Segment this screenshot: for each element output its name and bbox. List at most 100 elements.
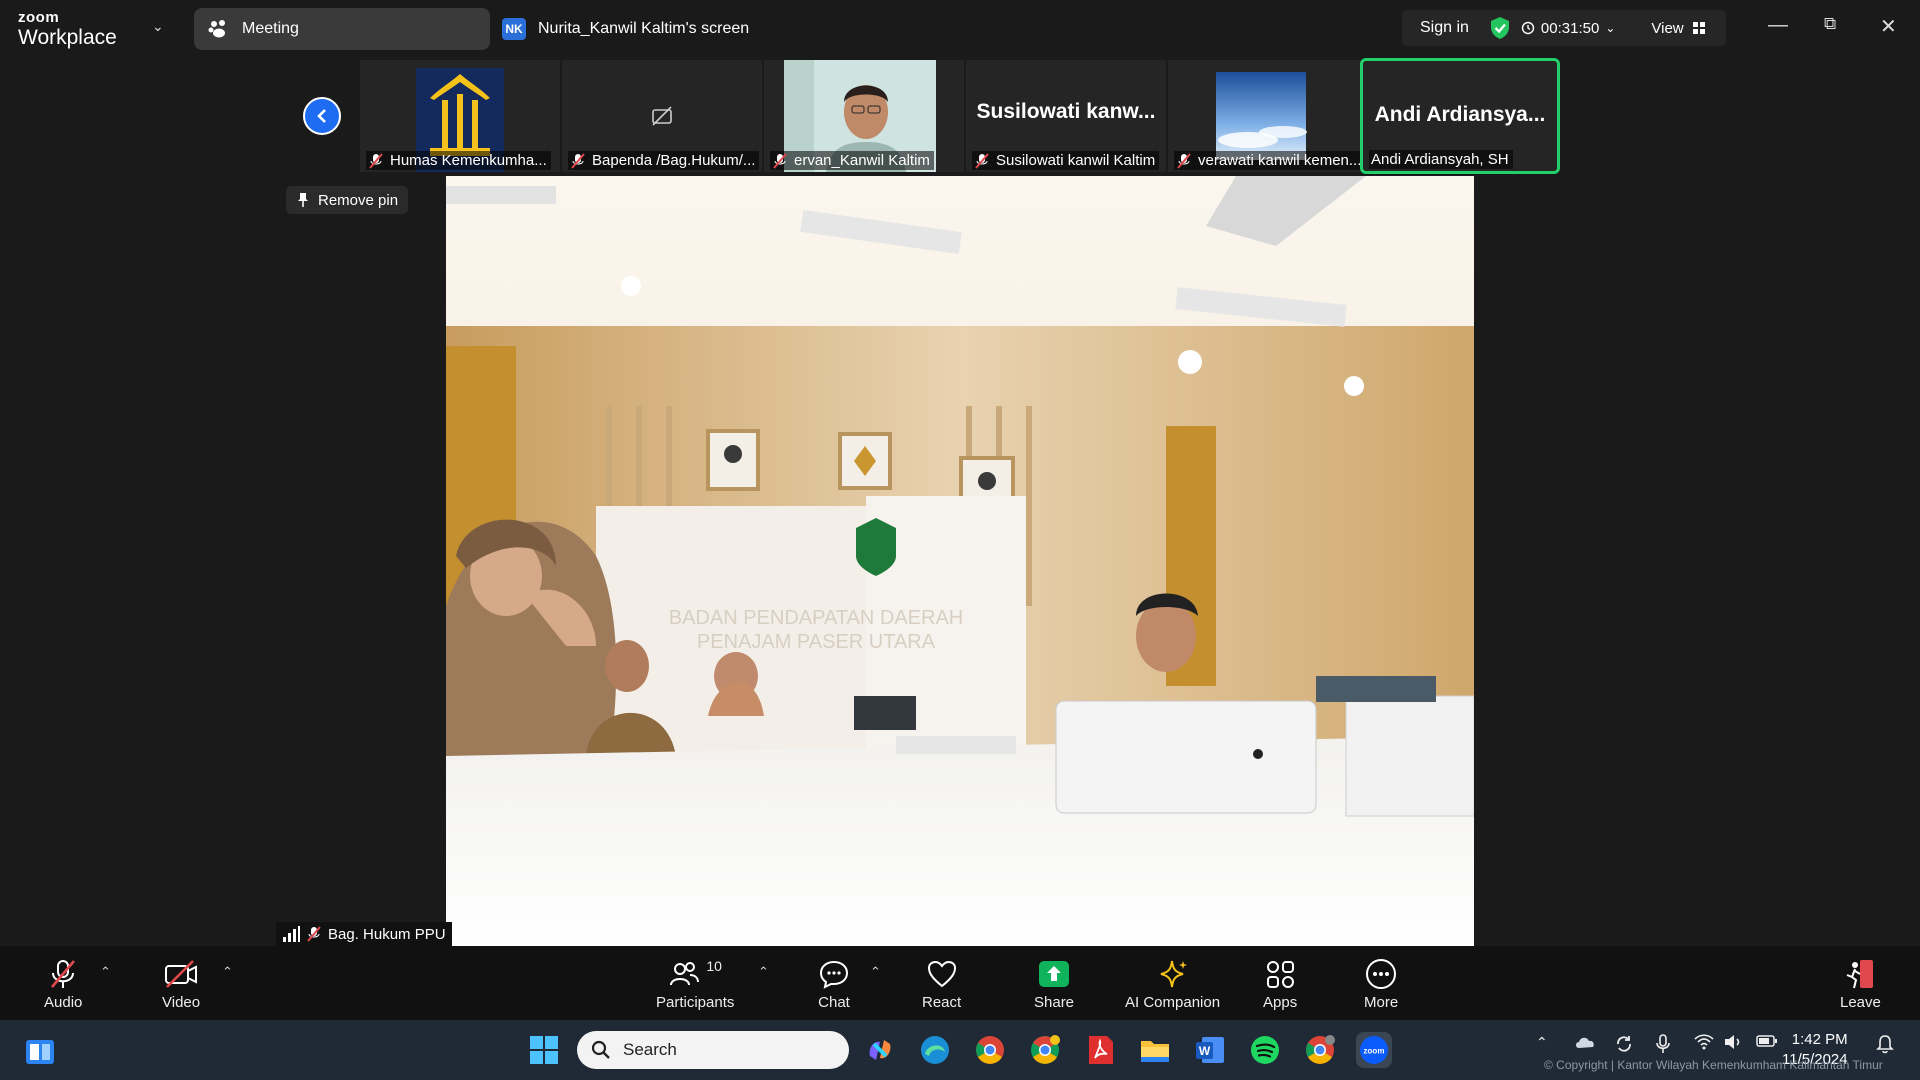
ai-companion-button[interactable]: AI Companion xyxy=(1125,958,1220,1011)
volume-icon[interactable] xyxy=(1724,1034,1744,1053)
pdf-reader-icon[interactable] xyxy=(1082,1032,1118,1068)
participant-name: Susilowati kanwil Kaltim xyxy=(972,151,1160,170)
participant-tile[interactable]: Humas Kemenkumha... xyxy=(360,60,560,172)
copilot-icon[interactable] xyxy=(862,1032,898,1068)
participant-display-name: Andi Ardiansya... xyxy=(1374,103,1546,126)
tab-shared-screen-label: Nurita_Kanwil Kaltim's screen xyxy=(538,20,750,37)
chevron-left-icon xyxy=(317,109,326,123)
participant-name-text: ervan_Kanwil Kaltim xyxy=(794,152,930,169)
battery-icon[interactable] xyxy=(1756,1034,1778,1051)
microphone-tray-icon[interactable] xyxy=(1656,1034,1670,1057)
participants-count: 10 xyxy=(706,958,722,974)
video-options-caret[interactable]: ⌃ xyxy=(222,964,233,980)
spotify-icon[interactable] xyxy=(1247,1032,1283,1068)
pinned-video-name: Bag. Hukum PPU xyxy=(328,925,446,943)
participant-name: ervan_Kanwil Kaltim xyxy=(770,151,934,170)
participant-name: Andi Ardiansyah, SH xyxy=(1369,150,1513,169)
participants-label: Participants xyxy=(656,994,735,1011)
mic-muted-icon xyxy=(307,926,321,942)
camera-off-icon xyxy=(165,960,198,988)
participants-options-caret[interactable]: ⌃ xyxy=(758,964,769,980)
participant-name-text: Andi Ardiansyah, SH xyxy=(1371,151,1509,168)
share-label: Share xyxy=(1034,994,1075,1011)
leave-door-icon xyxy=(1847,960,1874,989)
apps-label: Apps xyxy=(1263,994,1298,1011)
tab-shared-screen[interactable]: NK Nurita_Kanwil Kaltim's screen xyxy=(502,8,749,50)
show-hidden-icons-icon[interactable]: ⌃ xyxy=(1536,1034,1548,1051)
mic-muted-icon xyxy=(975,152,989,169)
heart-icon xyxy=(927,960,956,988)
share-screen-icon xyxy=(1039,961,1070,987)
participant-name-text: Susilowati kanwil Kaltim xyxy=(996,152,1156,169)
view-button[interactable]: View xyxy=(1633,20,1725,37)
participants-button[interactable]: 10 Participants xyxy=(656,958,734,1011)
file-explorer-icon[interactable] xyxy=(1137,1032,1173,1068)
zoom-app-icon[interactable]: zoom xyxy=(1356,1032,1392,1068)
participant-tile[interactable]: ervan_Kanwil Kaltim xyxy=(764,60,964,172)
tab-meeting-label: Meeting xyxy=(242,20,299,37)
more-button[interactable]: More xyxy=(1364,958,1398,1011)
onedrive-cloud-icon[interactable] xyxy=(1574,1034,1596,1053)
screen-owner-avatar: NK xyxy=(502,18,526,40)
audio-label: Audio xyxy=(44,994,83,1011)
minimize-icon[interactable]: — xyxy=(1768,14,1788,37)
participant-tile-active-speaker[interactable]: Andi Ardiansya... Andi Ardiansyah, SH xyxy=(1360,58,1560,174)
strip-previous-button[interactable] xyxy=(303,97,341,135)
share-button[interactable]: Share xyxy=(1034,958,1074,1011)
taskbar-search-input[interactable]: Search xyxy=(577,1031,849,1069)
close-icon[interactable]: ✕ xyxy=(1880,14,1897,39)
participant-tile[interactable]: Susilowati kanw... Susilowati kanwil Kal… xyxy=(966,60,1166,172)
word-icon[interactable]: W xyxy=(1192,1032,1228,1068)
pinned-video[interactable]: BADAN PENDAPATAN DAERAH PENAJAM PASER UT… xyxy=(446,176,1474,946)
chat-options-caret[interactable]: ⌃ xyxy=(870,964,881,980)
clock-time: 1:42 PM xyxy=(1791,1031,1848,1048)
notifications-icon[interactable] xyxy=(1876,1034,1894,1057)
mic-muted-icon xyxy=(369,152,383,169)
leave-button[interactable]: Leave xyxy=(1840,958,1881,1011)
chevron-down-icon: ⌄ xyxy=(1605,21,1616,35)
meeting-timer[interactable]: 00:31:50 ⌄ xyxy=(1521,20,1633,37)
encryption-shield-icon[interactable] xyxy=(1489,16,1511,40)
banner-text-line1: BADAN PENDAPATAN DAERAH xyxy=(669,607,964,629)
participant-tile[interactable]: verawati kanwil kemen... xyxy=(1168,60,1368,172)
participant-name-text: Humas Kemenkumha... xyxy=(390,152,547,169)
windows-start-icon[interactable] xyxy=(526,1032,562,1068)
remove-pin-button[interactable]: Remove pin xyxy=(286,186,409,214)
grid-view-icon xyxy=(1692,22,1705,34)
svg-text:zoom: zoom xyxy=(1364,1047,1385,1056)
remove-pin-label: Remove pin xyxy=(318,191,399,209)
more-label: More xyxy=(1364,994,1399,1011)
participant-tile[interactable]: Bapenda /Bag.Hukum/... xyxy=(562,60,762,172)
watermark-copyright: © Copyright | Kantor Wilayah Kemenkumham… xyxy=(1544,1058,1883,1072)
wifi-icon[interactable] xyxy=(1694,1034,1714,1053)
apps-button[interactable]: Apps xyxy=(1263,958,1297,1011)
clock-icon xyxy=(1521,21,1535,35)
chat-label: Chat xyxy=(818,994,850,1011)
participant-name: verawati kanwil kemen... xyxy=(1174,151,1366,170)
sign-in-button[interactable]: Sign in xyxy=(1402,19,1489,37)
chrome-profile-icon[interactable] xyxy=(1027,1032,1063,1068)
chat-icon xyxy=(819,960,849,989)
camera-off-icon xyxy=(652,106,672,126)
react-button[interactable]: React xyxy=(922,958,961,1011)
tab-meeting[interactable]: Meeting xyxy=(194,8,490,50)
search-placeholder: Search xyxy=(623,1040,677,1059)
chrome-alt-profile-icon[interactable] xyxy=(1302,1032,1338,1068)
participant-name-text: verawati kanwil kemen... xyxy=(1198,152,1362,169)
chrome-icon[interactable] xyxy=(972,1032,1008,1068)
title-bar-controls: Sign in 00:31:50 ⌄ View xyxy=(1402,10,1726,46)
chat-button[interactable]: Chat xyxy=(818,958,850,1011)
logo-text-small: zoom xyxy=(18,9,60,26)
ai-companion-label: AI Companion xyxy=(1125,994,1221,1011)
audio-button[interactable]: Audio xyxy=(44,958,82,1011)
audio-options-caret[interactable]: ⌃ xyxy=(100,964,111,980)
video-button[interactable]: Video xyxy=(162,958,200,1011)
edge-browser-icon[interactable] xyxy=(917,1032,953,1068)
chevron-down-icon[interactable]: ⌄ xyxy=(152,18,164,35)
svg-text:W: W xyxy=(1199,1044,1211,1058)
participants-paw-icon xyxy=(208,20,225,38)
zoom-workplace-logo[interactable]: zoom Workplace xyxy=(18,10,117,48)
sync-icon[interactable] xyxy=(1614,1034,1634,1057)
restore-icon[interactable]: ⧉ xyxy=(1824,14,1836,34)
widgets-icon[interactable] xyxy=(22,1034,58,1070)
